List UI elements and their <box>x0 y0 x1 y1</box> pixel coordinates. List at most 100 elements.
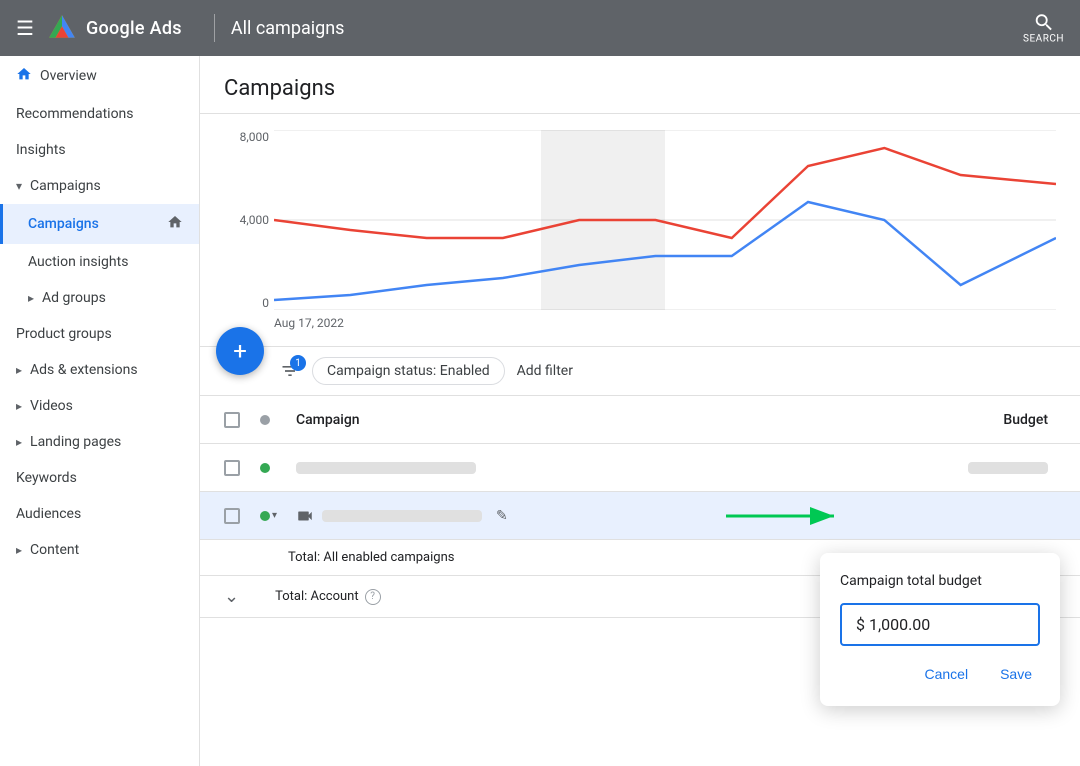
sidebar-item-campaigns[interactable]: Campaigns <box>0 204 199 244</box>
campaign-name-placeholder <box>322 510 482 522</box>
filter-icon-button[interactable]: 1 <box>280 361 300 381</box>
chart-x-label: Aug 17, 2022 <box>274 316 344 330</box>
checkbox-icon <box>224 412 240 428</box>
search-icon <box>1033 12 1055 34</box>
save-button[interactable]: Save <box>992 662 1040 686</box>
row1-status <box>260 463 288 473</box>
topbar-divider <box>214 14 215 42</box>
campaign-name-placeholder <box>296 462 476 474</box>
budget-input[interactable]: $ 1,000.00 <box>840 603 1040 646</box>
filter-badge: 1 <box>290 355 306 371</box>
select-all-checkbox[interactable] <box>224 412 260 428</box>
logo: Google Ads <box>46 12 182 44</box>
sidebar-item-label: Campaigns <box>28 216 159 232</box>
chart-svg <box>274 130 1056 310</box>
y-label-8000: 8,000 <box>224 130 269 144</box>
search-button[interactable]: SEARCH <box>1023 12 1064 45</box>
video-icon <box>296 507 314 525</box>
sidebar-item-product-groups[interactable]: Product groups <box>0 316 199 352</box>
row1-budget <box>876 462 1056 474</box>
chart-area: 8,000 4,000 0 <box>200 114 1080 347</box>
sidebar-item-label: Keywords <box>16 470 183 486</box>
row2-status: ▾ <box>260 510 288 521</box>
checkbox-icon <box>224 460 240 476</box>
add-campaign-button[interactable]: + <box>216 327 264 375</box>
filter-bar: 1 Campaign status: Enabled Add filter <box>200 347 1080 396</box>
expand-account-icon[interactable]: ⌄ <box>224 586 239 607</box>
table-header: Campaign Budget <box>200 396 1080 444</box>
row2-checkbox[interactable] <box>224 508 260 524</box>
chevron-right-icon: ▸ <box>16 543 22 557</box>
campaign-col-header: Campaign <box>288 412 876 428</box>
campaign-status-filter[interactable]: Campaign status: Enabled <box>312 357 505 385</box>
chevron-down-icon: ▾ <box>16 179 22 193</box>
y-label-4000: 4,000 <box>224 213 269 227</box>
sidebar-item-content[interactable]: ▸ Content <box>0 532 199 568</box>
row1-checkbox[interactable] <box>224 460 260 476</box>
status-dot-green <box>260 463 270 473</box>
home-small-icon <box>167 214 183 234</box>
sidebar-item-label: Auction insights <box>28 254 183 270</box>
hamburger-icon[interactable]: ☰ <box>16 16 34 40</box>
total-row-inner: Total: All enabled campaigns <box>288 550 454 565</box>
sidebar-item-recommendations[interactable]: Recommendations <box>0 96 199 132</box>
budget-col-header: Budget <box>876 412 1056 428</box>
budget-value: $ 1,000.00 <box>856 615 930 634</box>
sidebar-item-label: Landing pages <box>30 434 183 450</box>
sidebar-item-label: Campaigns <box>30 178 183 194</box>
brand-name: Google Ads <box>86 18 182 39</box>
sidebar-item-keywords[interactable]: Keywords <box>0 460 199 496</box>
sidebar-item-label: Insights <box>16 142 183 158</box>
help-icon: ? <box>365 589 381 605</box>
table-row: ▾ ✎ <box>200 492 1080 540</box>
sidebar-item-label: Product groups <box>16 326 183 342</box>
sidebar-item-overview[interactable]: Overview <box>0 56 199 96</box>
sidebar-item-ad-groups[interactable]: ▸ Ad groups <box>0 280 199 316</box>
sidebar-item-label: Ads & extensions <box>30 362 183 378</box>
table-row <box>200 444 1080 492</box>
sidebar: Overview Recommendations Insights ▾ Camp… <box>0 56 200 766</box>
checkbox-icon <box>224 508 240 524</box>
sidebar-item-insights[interactable]: Insights <box>0 132 199 168</box>
plus-icon: + <box>233 339 247 363</box>
y-label-0: 0 <box>224 296 269 310</box>
dropdown-arrow-icon[interactable]: ▾ <box>272 510 277 521</box>
chevron-right-icon: ▸ <box>28 291 34 305</box>
sidebar-item-label: Content <box>30 542 183 558</box>
sidebar-item-label: Videos <box>30 398 183 414</box>
account-label: Total: Account <box>275 589 359 604</box>
budget-popup-title: Campaign total budget <box>840 573 1040 589</box>
chart-y-labels: 8,000 4,000 0 <box>224 130 269 310</box>
sidebar-item-label: Recommendations <box>16 106 183 122</box>
budget-popup-actions: Cancel Save <box>840 662 1040 686</box>
sidebar-item-ads-extensions[interactable]: ▸ Ads & extensions <box>0 352 199 388</box>
sidebar-item-auction-insights[interactable]: Auction insights <box>0 244 199 280</box>
status-dot-green <box>260 511 270 521</box>
sidebar-item-audiences[interactable]: Audiences <box>0 496 199 532</box>
cancel-button[interactable]: Cancel <box>916 662 976 686</box>
chevron-right-icon: ▸ <box>16 363 22 377</box>
sidebar-item-label: Overview <box>40 68 183 84</box>
chart-container: 8,000 4,000 0 <box>224 130 1056 330</box>
sidebar-item-landing-pages[interactable]: ▸ Landing pages <box>0 424 199 460</box>
topbar: ☰ Google Ads All campaigns SEARCH <box>0 0 1080 56</box>
chevron-right-icon: ▸ <box>16 435 22 449</box>
filter-chip-label: Campaign status: Enabled <box>327 363 490 379</box>
row1-campaign-name <box>288 462 876 474</box>
sidebar-item-label: Audiences <box>16 506 183 522</box>
topbar-subtitle: All campaigns <box>231 18 345 39</box>
page-header: Campaigns <box>200 56 1080 114</box>
google-ads-logo-icon <box>46 12 78 44</box>
sidebar-item-label: Ad groups <box>42 290 183 306</box>
status-col-header <box>260 415 288 425</box>
search-label: SEARCH <box>1023 34 1064 45</box>
sidebar-item-campaigns-group[interactable]: ▾ Campaigns <box>0 168 199 204</box>
edit-icon[interactable]: ✎ <box>496 508 508 524</box>
sidebar-item-videos[interactable]: ▸ Videos <box>0 388 199 424</box>
budget-placeholder <box>968 462 1048 474</box>
home-icon <box>16 66 32 86</box>
page-title: Campaigns <box>224 76 1056 101</box>
line-chart-svg <box>274 130 1056 310</box>
budget-popup: Campaign total budget $ 1,000.00 Cancel … <box>820 553 1060 706</box>
add-filter-button[interactable]: Add filter <box>517 363 573 379</box>
